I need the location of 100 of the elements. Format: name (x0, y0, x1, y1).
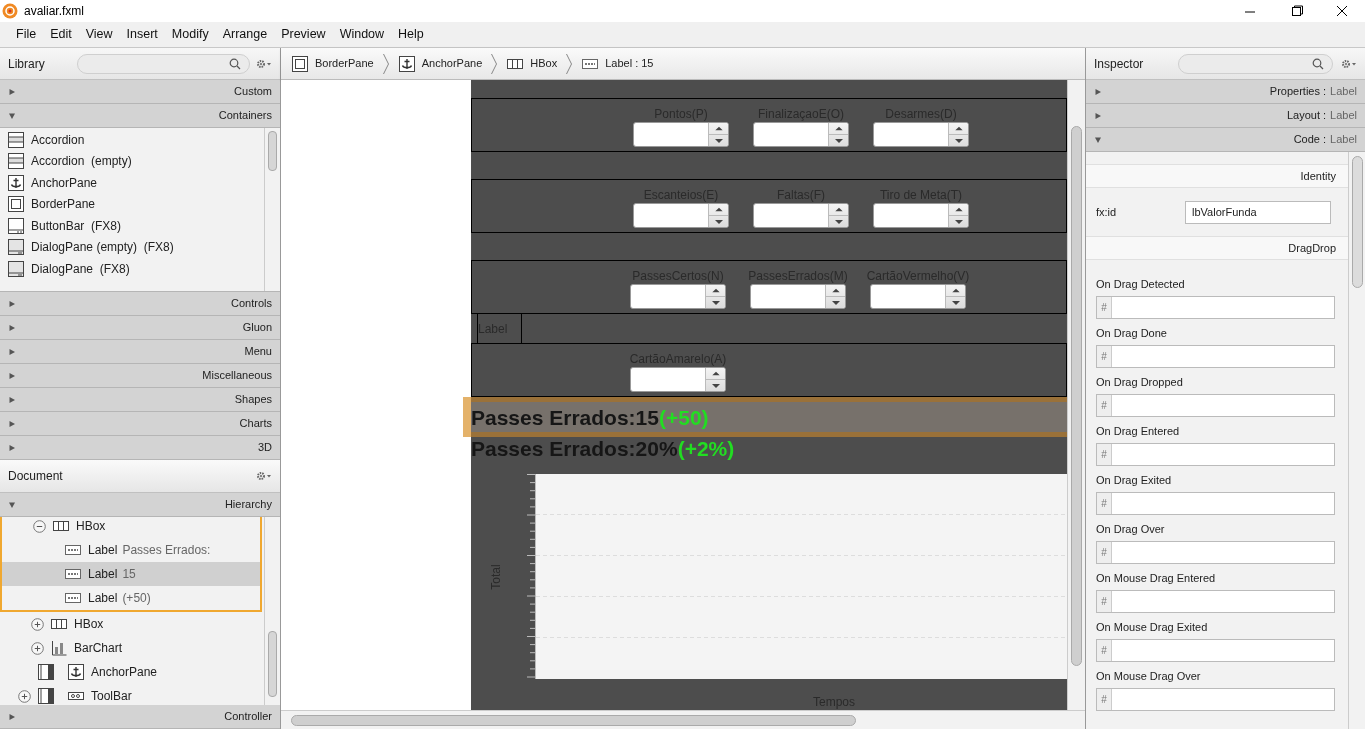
expand-arrow-icon[interactable] (8, 712, 16, 721)
input-field[interactable]: # (1096, 394, 1335, 417)
collapse-arrow-icon[interactable] (8, 500, 16, 509)
scrollbar-thumb[interactable] (268, 131, 277, 171)
tree-item[interactable]: BarChart (0, 636, 264, 660)
spinner-field[interactable] (870, 284, 966, 309)
library-item[interactable]: DialogPane (FX8) (0, 258, 264, 280)
breadcrumb[interactable]: AnchorPane (395, 54, 485, 73)
spinner-field[interactable] (633, 203, 729, 228)
chevron-right-icon (381, 52, 390, 75)
tree-item[interactable]: HBox (0, 612, 264, 636)
section-header[interactable]: Gluon (0, 316, 280, 340)
expand-arrow-icon[interactable] (8, 323, 16, 332)
expand-arrow-icon[interactable] (8, 419, 16, 428)
input-field[interactable]: # (1096, 688, 1335, 711)
collapse-icon[interactable] (33, 519, 46, 533)
library-item[interactable]: ButtonBar (FX8) (0, 215, 264, 237)
tree-item[interactable]: Label Passes Errados: (2, 538, 260, 562)
expand-arrow-icon[interactable] (8, 87, 16, 96)
settings-icon[interactable] (256, 470, 272, 482)
spinner-field[interactable] (630, 284, 726, 309)
library-item[interactable]: DialogPane (empty) (FX8) (0, 236, 264, 258)
settings-icon[interactable] (1341, 57, 1357, 70)
breadcrumb[interactable]: Label : 15 (579, 54, 656, 73)
scrollbar-thumb[interactable] (1351, 156, 1363, 288)
collapse-arrow-icon[interactable] (1094, 135, 1102, 144)
expand-arrow-icon[interactable] (8, 443, 16, 452)
field-label: On Drag Exited (1096, 473, 1173, 487)
menu-item[interactable]: Arrange (216, 25, 274, 44)
spinner-field[interactable] (633, 122, 729, 147)
expand-arrow-icon[interactable] (8, 395, 16, 404)
menu-item[interactable]: Window (333, 25, 391, 44)
selection-handle[interactable] (463, 397, 471, 437)
close-icon[interactable] (1334, 4, 1350, 18)
field-prefix: # (1097, 591, 1112, 612)
search-field[interactable] (1178, 53, 1333, 74)
anchor-icon (67, 663, 85, 681)
expand-icon[interactable] (31, 617, 44, 631)
section-header[interactable]: 3D (0, 436, 280, 460)
tree-item[interactable]: HBox (2, 517, 260, 538)
input-field[interactable]: # (1096, 443, 1335, 466)
spinner-field[interactable] (873, 122, 969, 147)
scrollbar-thumb[interactable] (1071, 126, 1082, 666)
collapse-arrow-icon[interactable] (8, 111, 16, 120)
input-field[interactable]: lbValorFunda (1185, 200, 1331, 224)
section-header[interactable]: Shapes (0, 388, 280, 412)
input-field[interactable]: # (1096, 345, 1335, 368)
section-header[interactable]: Charts (0, 412, 280, 436)
section-header[interactable]: Code : Label (1086, 128, 1365, 152)
expand-icon[interactable] (18, 689, 31, 703)
expand-arrow-icon[interactable] (8, 371, 16, 380)
input-field[interactable]: # (1096, 639, 1335, 662)
tree-item[interactable]: Label (+50) (2, 586, 260, 610)
input-field[interactable]: # (1096, 541, 1335, 564)
breadcrumb[interactable]: HBox (504, 54, 560, 73)
tree-item[interactable]: Label 15 (2, 562, 260, 586)
search-field[interactable] (76, 53, 250, 74)
section-header[interactable]: Hierarchy (0, 493, 280, 517)
field-prefix: # (1097, 444, 1112, 465)
section-header[interactable]: Controls (0, 292, 280, 316)
input-field[interactable]: # (1096, 296, 1335, 319)
menu-item[interactable]: Help (392, 25, 430, 44)
section-header[interactable]: Layout : Label (1086, 104, 1365, 128)
expand-arrow-icon[interactable] (8, 299, 16, 308)
library-item[interactable]: Accordion (0, 129, 264, 151)
menu-item[interactable]: Preview (275, 25, 332, 44)
expand-arrow-icon[interactable] (1094, 87, 1102, 96)
scrollbar-thumb[interactable] (268, 631, 277, 697)
spinner-field[interactable] (630, 367, 726, 392)
anchor-icon (7, 173, 25, 192)
section-header[interactable]: Controller (0, 705, 280, 729)
library-item[interactable]: AnchorPane (0, 172, 264, 194)
scrollbar-thumb[interactable] (291, 714, 856, 726)
spinner-field[interactable] (873, 203, 969, 228)
section-header[interactable]: Properties : Label (1086, 80, 1365, 104)
expand-arrow-icon[interactable] (1094, 111, 1102, 120)
tree-item[interactable]: ToolBar (0, 684, 264, 705)
tree-item[interactable]: AnchorPane (0, 660, 264, 684)
expand-arrow-icon[interactable] (8, 347, 16, 356)
input-field[interactable]: # (1096, 492, 1335, 515)
menu-item[interactable]: Edit (44, 25, 78, 44)
spinner-field[interactable] (753, 122, 849, 147)
settings-icon[interactable] (256, 57, 272, 70)
section-header[interactable]: Custom (0, 80, 280, 104)
field-label: On Drag Over (1096, 522, 1166, 536)
menu-item[interactable]: Modify (165, 25, 215, 44)
expand-icon[interactable] (31, 641, 44, 655)
spinner-field[interactable] (750, 284, 846, 309)
menu-item[interactable]: View (79, 25, 119, 44)
library-item[interactable]: BorderPane (0, 193, 264, 215)
section-header[interactable]: Miscellaneous (0, 364, 280, 388)
dialog-pane-icon (7, 238, 25, 257)
menu-item[interactable]: File (10, 25, 43, 44)
section-header[interactable]: Containers (0, 104, 280, 128)
spinner-field[interactable] (753, 203, 849, 228)
input-field[interactable]: # (1096, 590, 1335, 613)
section-header[interactable]: Menu (0, 340, 280, 364)
breadcrumb[interactable]: BorderPane (289, 54, 376, 73)
library-item[interactable]: Accordion (empty) (0, 150, 264, 172)
menu-item[interactable]: Insert (120, 25, 164, 44)
